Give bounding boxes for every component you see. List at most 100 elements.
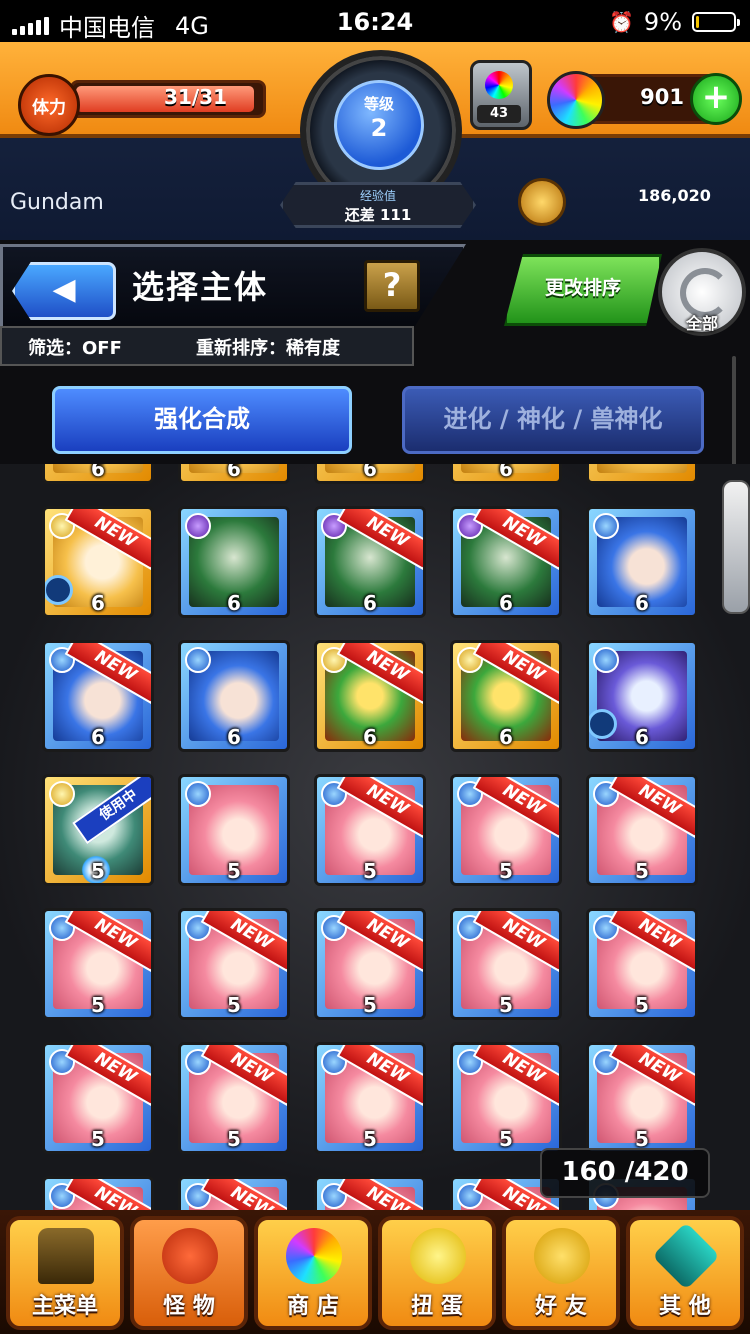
monster-card[interactable]: 6 xyxy=(586,640,698,752)
monster-card[interactable]: NEW 5 xyxy=(586,1042,698,1154)
box-count: 43 xyxy=(477,105,521,123)
monster-card[interactable]: NEW xyxy=(42,1176,154,1210)
dark-element-icon xyxy=(185,513,211,539)
rarity-label: 6 xyxy=(363,725,377,749)
water-element-icon xyxy=(593,647,619,673)
coin-count: 186,020 xyxy=(638,186,711,205)
stamina-icon: 体力 xyxy=(18,74,80,136)
sort-status: 重新排序：稀有度 xyxy=(196,338,340,359)
rarity-label: 5 xyxy=(91,859,105,883)
bottom-nav: 主菜单 怪 物 商 店 扭 蛋 好 友 其 他 xyxy=(0,1210,750,1334)
monster-card[interactable]: NEW 6 xyxy=(42,506,154,618)
back-arrow-icon: ◀ xyxy=(52,272,76,307)
exp-remaining: 还差 111 xyxy=(344,206,412,224)
nav-question-diamond[interactable]: 其 他 xyxy=(626,1216,744,1330)
rarity-label: 6 xyxy=(499,725,513,749)
monster-card[interactable]: 6 xyxy=(450,464,562,484)
monster-card[interactable]: 6 xyxy=(314,464,426,484)
scroll-track xyxy=(732,356,736,466)
monster-card[interactable]: NEW 5 xyxy=(178,908,290,1020)
rarity-label: 5 xyxy=(363,1127,377,1151)
nav-egg[interactable]: 扭 蛋 xyxy=(378,1216,496,1330)
change-sort-button[interactable]: 更改排序 xyxy=(504,254,662,326)
monster-card[interactable] xyxy=(586,464,698,484)
monster-card[interactable]: NEW 6 xyxy=(450,506,562,618)
monster-card[interactable]: 使用中 5 xyxy=(42,774,154,886)
nav-label: 商 店 xyxy=(287,1294,339,1319)
balloons-icon xyxy=(534,1228,590,1284)
buy-orb-button[interactable]: + xyxy=(690,73,742,125)
gate-icon xyxy=(38,1228,94,1284)
monster-box-icon[interactable]: 43 xyxy=(470,60,532,130)
monster-card[interactable]: 6 xyxy=(178,640,290,752)
monster-card[interactable]: NEW 6 xyxy=(42,640,154,752)
water-element-icon xyxy=(185,647,211,673)
show-all-button[interactable]: 全部 xyxy=(658,248,746,336)
monster-card[interactable]: NEW xyxy=(178,1176,290,1210)
player-name: Gundam xyxy=(10,190,104,215)
back-button[interactable]: ◀ xyxy=(12,262,116,320)
nav-label: 怪 物 xyxy=(163,1294,215,1319)
nav-orb[interactable]: 商 店 xyxy=(254,1216,372,1330)
monster-icon xyxy=(162,1228,218,1284)
rarity-label: 6 xyxy=(91,464,105,481)
rarity-label: 5 xyxy=(499,993,513,1017)
filter-toggle[interactable]: 筛选：OFF xyxy=(28,334,122,360)
select-panel: ◀ 选择主体 ? 筛选：OFF 重新排序：稀有度 xyxy=(0,240,470,366)
monster-card[interactable]: NEW 6 xyxy=(450,640,562,752)
monster-card[interactable]: NEW 5 xyxy=(314,1042,426,1154)
monster-card[interactable]: NEW 5 xyxy=(450,774,562,886)
nav-gate[interactable]: 主菜单 xyxy=(6,1216,124,1330)
rarity-label: 6 xyxy=(363,464,377,481)
monster-card[interactable]: NEW 5 xyxy=(586,908,698,1020)
monster-card[interactable]: 5 xyxy=(178,774,290,886)
box-capacity: 160 /420 xyxy=(540,1148,710,1198)
stamina-bar[interactable]: 31/31 xyxy=(70,80,266,118)
orb-icon xyxy=(547,71,605,129)
rarity-label: 6 xyxy=(227,464,241,481)
monster-card[interactable]: NEW xyxy=(314,1176,426,1210)
filter-bar: 筛选：OFF 重新排序：稀有度 xyxy=(0,326,414,366)
monster-card[interactable]: 6 xyxy=(178,464,290,484)
monster-card[interactable]: NEW 5 xyxy=(314,774,426,886)
nav-balloons[interactable]: 好 友 xyxy=(502,1216,620,1330)
monster-card[interactable]: NEW 5 xyxy=(178,1042,290,1154)
monster-card[interactable]: NEW 6 xyxy=(314,640,426,752)
show-all-label: 全部 xyxy=(685,314,718,333)
nav-label: 主菜单 xyxy=(31,1294,98,1319)
question-diamond-icon xyxy=(652,1222,720,1290)
rarity-label: 5 xyxy=(499,859,513,883)
status-bar: 中国电信 4G 16:24 ⏰ 9% xyxy=(0,0,750,42)
rarity-label: 5 xyxy=(635,993,649,1017)
tab-evolve[interactable]: 进化 / 神化 / 兽神化 xyxy=(402,386,704,454)
egg-icon xyxy=(410,1228,466,1284)
level-label: 等级 xyxy=(363,95,394,113)
monster-card[interactable]: NEW 5 xyxy=(450,1042,562,1154)
rarity-label: 5 xyxy=(227,859,241,883)
rarity-label: 5 xyxy=(363,859,377,883)
help-button[interactable]: ? xyxy=(364,260,420,312)
monster-art xyxy=(597,464,687,473)
monster-card[interactable]: 6 xyxy=(42,464,154,484)
monster-card[interactable]: 6 xyxy=(178,506,290,618)
monster-card[interactable]: NEW 5 xyxy=(314,908,426,1020)
monster-card[interactable]: NEW 6 xyxy=(314,506,426,618)
monster-card[interactable]: NEW 5 xyxy=(42,1042,154,1154)
rarity-label: 6 xyxy=(363,591,377,615)
rarity-label: 6 xyxy=(635,725,649,749)
exp-box: 经验值 还差 111 xyxy=(280,182,476,228)
monster-card[interactable]: NEW 5 xyxy=(586,774,698,886)
rarity-label: 6 xyxy=(227,591,241,615)
rarity-label: 6 xyxy=(499,591,513,615)
tab-power-up[interactable]: 强化合成 xyxy=(52,386,352,454)
monster-card[interactable]: 6 xyxy=(586,506,698,618)
battery-icon xyxy=(692,12,740,32)
orb-icon xyxy=(286,1228,342,1284)
nav-monster[interactable]: 怪 物 xyxy=(130,1216,248,1330)
monster-card[interactable]: NEW 5 xyxy=(450,908,562,1020)
scrollbar[interactable] xyxy=(722,480,750,614)
rarity-label: 5 xyxy=(91,1127,105,1151)
alarm-icon: ⏰ xyxy=(609,10,634,34)
level-value: 2 xyxy=(370,114,388,142)
monster-card[interactable]: NEW 5 xyxy=(42,908,154,1020)
